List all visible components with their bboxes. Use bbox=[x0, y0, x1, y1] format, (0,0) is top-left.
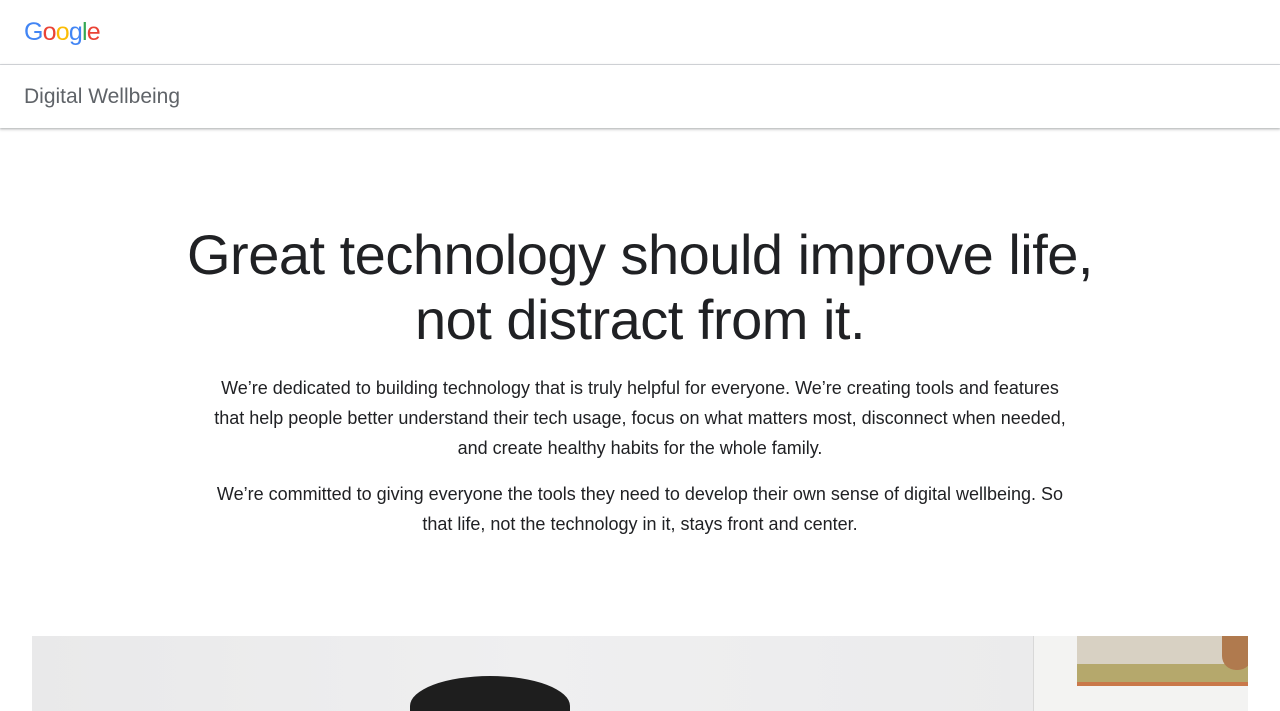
hero-image bbox=[32, 636, 1248, 711]
books bbox=[1077, 664, 1248, 686]
logo-letter: g bbox=[68, 18, 83, 46]
commitment-paragraph: We’re committed to giving everyone the t… bbox=[216, 484, 1064, 534]
photo-desk bbox=[1034, 636, 1248, 711]
product-bar: Digital Wellbeing bbox=[0, 65, 1280, 128]
top-bar: Google bbox=[0, 0, 1280, 65]
intro-paragraph: We’re dedicated to building technology t… bbox=[214, 378, 1066, 458]
logo-letter: o bbox=[55, 18, 70, 46]
hero-title: Great technology should improve life, no… bbox=[0, 222, 1280, 352]
hero-title-line-1: Great technology should improve life, bbox=[187, 223, 1094, 286]
hero-title-line-2: not distract from it. bbox=[414, 288, 866, 351]
person-hair bbox=[410, 676, 570, 711]
logo-letter: o bbox=[42, 18, 57, 46]
product-name-link[interactable]: Digital Wellbeing bbox=[24, 84, 180, 110]
plant-pot bbox=[1222, 636, 1248, 670]
logo-letter: G bbox=[24, 18, 43, 46]
photo-person bbox=[32, 636, 1033, 711]
google-logo[interactable]: Google bbox=[24, 18, 101, 46]
logo-letter: e bbox=[86, 18, 101, 46]
